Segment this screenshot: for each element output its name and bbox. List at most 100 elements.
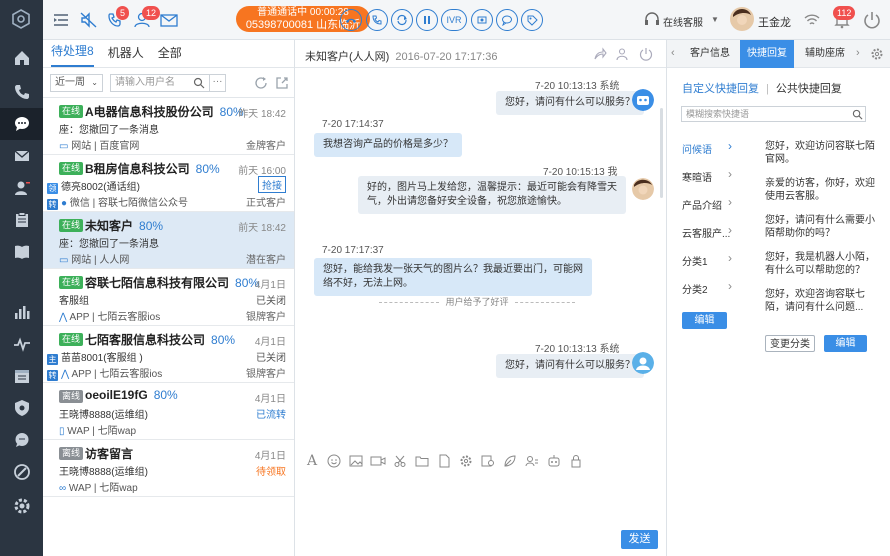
chevron-right-icon: ›	[728, 139, 732, 153]
conversation-time: 昨天 18:42	[238, 109, 286, 120]
category-2[interactable]: 分类2	[682, 281, 708, 296]
category-1[interactable]: 分类1	[682, 253, 708, 268]
conversation-item[interactable]: 在线 七陌客服信息科技公司 80% 4月1日 主苗苗8001(客服组 ) 转 ⋀ A…	[43, 326, 294, 383]
nav-customers-icon[interactable]	[0, 172, 43, 204]
conversation-item[interactable]: 在线 A电器信息科技股份公司 80% 昨天 18:42 座：您撤回了一条消息 ▭ …	[43, 98, 294, 155]
settings-gear-icon[interactable]	[455, 452, 477, 470]
hangup-button[interactable]	[340, 9, 362, 31]
chevron-right-icon[interactable]: ›	[856, 47, 860, 59]
customer-name-text: B租房信息科技公司	[85, 162, 190, 176]
customer-level: 银牌客户	[246, 312, 286, 323]
more-options-button[interactable]: ···	[209, 74, 226, 92]
video-icon[interactable]	[367, 452, 389, 470]
screenshot-scissors-icon[interactable]	[389, 452, 411, 470]
source-text: 微信 | 容联七陌微信公众号	[69, 198, 188, 209]
user-transfer-icon[interactable]	[616, 47, 630, 61]
conversation-item-selected[interactable]: 在线 未知客户 80% 前天 18:42 座：您撤回了一条消息 ▭ 网站 | 人人…	[43, 212, 294, 269]
nav-knowledge-icon[interactable]	[0, 236, 43, 268]
period-select-value: 近一周	[55, 77, 85, 88]
agent-avatar[interactable]	[730, 7, 754, 31]
tab-pending[interactable]: 待处理8	[51, 42, 94, 67]
lock-icon[interactable]	[565, 452, 587, 470]
tag-button[interactable]	[521, 9, 543, 31]
chevron-left-icon[interactable]: ‹	[671, 47, 675, 59]
quick-reply-item[interactable]: 您好，我是机器人小陌，有什么可以帮助您的？	[765, 251, 877, 277]
search-icon[interactable]	[852, 109, 863, 120]
folder-icon[interactable]	[411, 452, 433, 470]
transfer-button[interactable]	[391, 9, 413, 31]
category-cloud-service[interactable]: 云客服产...	[682, 225, 730, 240]
custom-quick-reply-tab[interactable]: 自定义快捷回复	[682, 83, 759, 95]
emoji-icon[interactable]	[323, 452, 345, 470]
evaluate-button[interactable]	[471, 9, 493, 31]
nav-chat-icon[interactable]	[0, 108, 43, 140]
robot-assist-icon[interactable]	[543, 452, 565, 470]
nav-settings-icon[interactable]	[0, 490, 43, 522]
user-card-icon[interactable]	[521, 452, 543, 470]
file-icon[interactable]	[433, 452, 455, 470]
conversation-item[interactable]: 离线 访客留言 4月1日 王晓博8888(运维组) ∞ WAP | 七陌wap …	[43, 440, 294, 497]
message-icon[interactable]	[159, 10, 179, 30]
tab-all[interactable]: 全部	[158, 44, 182, 67]
source-line: ▭ 网站 | 百度官网	[59, 137, 139, 152]
tab-assist-seat[interactable]: 辅助座席	[798, 40, 852, 68]
scrollbar[interactable]	[660, 108, 663, 198]
end-session-icon[interactable]	[639, 47, 653, 61]
conversation-item[interactable]: 在线 容联七陌信息科技有限公司 80% 4月1日 客服组 ⋀ APP | 七陌云客…	[43, 269, 294, 326]
image-icon[interactable]	[345, 452, 367, 470]
hold-button[interactable]	[366, 9, 388, 31]
nav-reports-icon[interactable]	[0, 296, 43, 328]
panel-settings-icon[interactable]	[870, 47, 884, 61]
share-icon[interactable]	[593, 47, 607, 61]
conversation-item[interactable]: 离线 oeoilE19fG 80% 4月1日 王晓博8888(运维组) ▯ WAP…	[43, 383, 294, 440]
send-button[interactable]: 发送	[621, 530, 658, 549]
knowledge-search-icon[interactable]	[477, 452, 499, 470]
quick-reply-item[interactable]: 亲爱的访客，你好，欢迎使用云客服。	[765, 177, 877, 203]
collapse-menu-icon[interactable]	[51, 10, 71, 30]
quick-reply-item[interactable]: 您好，欢迎访问容联七陌官网。	[765, 140, 877, 166]
nav-calendar-icon[interactable]	[0, 360, 43, 392]
status-chevron-down-icon[interactable]: ▼	[711, 15, 719, 24]
edit-reply-button[interactable]: 编辑	[824, 335, 867, 352]
tab-customer-info[interactable]: 客户信息	[683, 40, 737, 68]
nav-mail-icon[interactable]	[0, 140, 43, 172]
quick-reply-item[interactable]: 您好，请问有什么需要小陌帮助你的吗？	[765, 214, 877, 240]
nav-quality-icon[interactable]	[0, 392, 43, 424]
nav-home-icon[interactable]	[0, 42, 43, 74]
right-tabs: ‹ 客户信息 快捷回复 辅助座席 ›	[667, 40, 890, 68]
category-greeting[interactable]: 问候语	[682, 141, 712, 156]
quick-reply-item[interactable]: 您好，欢迎咨询容联七陌，请问有什么问题...	[765, 288, 877, 314]
refresh-icon[interactable]	[254, 76, 268, 90]
period-select[interactable]: 近一周 ⌄	[50, 74, 103, 92]
logout-icon[interactable]	[862, 10, 882, 30]
link-icon: ∞	[59, 483, 69, 494]
main-nav	[0, 0, 43, 556]
nav-phone-icon[interactable]	[0, 76, 43, 108]
leaf-icon[interactable]	[499, 452, 521, 470]
agent-status-dropdown[interactable]: 在线客服	[663, 14, 703, 29]
ivr-button[interactable]: IVR	[441, 9, 467, 31]
tab-robot[interactable]: 机器人	[108, 44, 144, 67]
tab-quick-reply[interactable]: 快捷回复	[740, 40, 794, 68]
grab-button[interactable]: 抢接	[258, 176, 286, 193]
consult-button[interactable]	[496, 9, 518, 31]
nav-im-icon[interactable]	[0, 424, 43, 456]
nav-tickets-icon[interactable]	[0, 204, 43, 236]
mute-icon[interactable]	[79, 10, 99, 30]
quick-reply-search-input[interactable]: 模糊搜索快捷语	[681, 106, 866, 122]
font-icon[interactable]: A	[301, 452, 323, 470]
search-icon[interactable]	[193, 77, 205, 89]
conversation-item[interactable]: 在线 B租房信息科技公司 80% 前天 16:00 领德亮8002(通话组) 转 ●…	[43, 155, 294, 212]
category-smalltalk[interactable]: 寒暄语	[682, 169, 712, 184]
change-category-button[interactable]: 变更分类	[765, 335, 815, 352]
chat-title: 未知客户(人人网)	[305, 51, 390, 63]
edit-category-button[interactable]: 编辑	[682, 312, 727, 329]
nav-integration-icon[interactable]	[0, 456, 43, 488]
export-icon[interactable]	[275, 76, 289, 90]
nav-monitor-icon[interactable]	[0, 328, 43, 360]
pause-button[interactable]	[416, 9, 438, 31]
message-bubble-system: 您好，请问有什么可以服务？	[496, 91, 644, 115]
chevron-down-icon: ⌄	[91, 78, 98, 87]
category-product[interactable]: 产品介绍	[682, 197, 722, 212]
public-quick-reply-tab[interactable]: 公共快捷回复	[776, 83, 842, 95]
